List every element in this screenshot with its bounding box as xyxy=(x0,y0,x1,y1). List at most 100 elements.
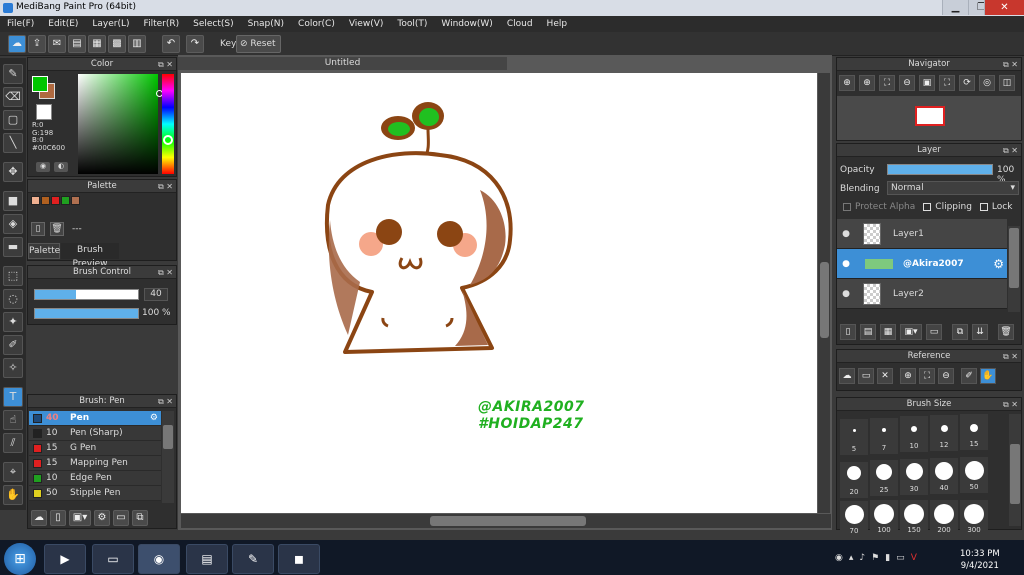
select-pen-icon[interactable]: ✐ xyxy=(3,335,23,355)
brush-size-option[interactable]: 50 xyxy=(960,457,988,493)
reference-zoom-out-icon[interactable]: ⊖ xyxy=(938,368,954,384)
minimize-button[interactable]: ▁ xyxy=(942,0,968,15)
layer-row[interactable]: ● Layer2 xyxy=(837,279,1007,309)
brush-size-scrollbar[interactable] xyxy=(1009,414,1021,526)
palette-swatch[interactable] xyxy=(31,196,40,205)
menu-item[interactable]: Cloud xyxy=(500,19,540,29)
line-tool-icon[interactable]: ╲ xyxy=(3,133,23,153)
menu-item[interactable]: Help xyxy=(540,19,575,29)
panel-close-icon[interactable]: ⧉ ✕ xyxy=(158,395,173,408)
brush-size-option[interactable]: 7 xyxy=(870,418,898,454)
panel-close-icon[interactable]: ⧉ ✕ xyxy=(1003,58,1018,71)
reset-view-icon[interactable]: ◎ xyxy=(979,75,995,91)
divide-tool-icon[interactable]: ⫽ xyxy=(3,433,23,453)
brush-size-option[interactable]: 10 xyxy=(900,416,928,452)
tab-brush-preview[interactable]: Brush Preview xyxy=(61,243,119,269)
panel-close-icon[interactable]: ⧉ ✕ xyxy=(158,180,173,193)
rotate-icon[interactable]: ⟳ xyxy=(959,75,975,91)
hue-cursor[interactable] xyxy=(163,135,173,145)
brush-size-option[interactable]: 100 xyxy=(870,500,898,536)
fit-icon[interactable]: ⛶ xyxy=(879,75,895,91)
layer-opacity-slider[interactable] xyxy=(887,164,993,175)
reset-button[interactable]: ⊘ Reset xyxy=(236,35,281,53)
menu-item[interactable]: File(F) xyxy=(0,19,41,29)
reference-eyedropper-icon[interactable]: ✐ xyxy=(961,368,977,384)
menu-item[interactable]: Filter(R) xyxy=(137,19,187,29)
brush-opacity-slider[interactable] xyxy=(34,308,139,319)
eye-icon[interactable]: ● xyxy=(841,229,851,239)
drawing-canvas[interactable]: @AKIRA2007 #HOIDAP247 xyxy=(181,73,817,513)
gradient-tool-icon[interactable]: ▬ xyxy=(3,237,23,257)
panel-close-icon[interactable]: ⧉ ✕ xyxy=(1003,144,1018,157)
brush-size-option[interactable]: 5 xyxy=(840,419,868,455)
hue-slider[interactable] xyxy=(162,74,174,174)
menu-item[interactable]: View(V) xyxy=(342,19,391,29)
color-swap-icon[interactable]: ◐ xyxy=(54,162,68,172)
gear-icon[interactable]: ⚙ xyxy=(150,413,158,423)
brush-size-option[interactable]: 12 xyxy=(930,415,958,451)
start-button[interactable]: ⊞ xyxy=(4,543,36,575)
brush-item[interactable]: 15 Mapping Pen xyxy=(29,456,161,471)
layer-folder-icon[interactable]: ▭ xyxy=(926,324,942,340)
reference-cloud-icon[interactable]: ☁ xyxy=(839,368,855,384)
vertical-scroll-thumb[interactable] xyxy=(820,262,829,338)
menu-item[interactable]: Layer(L) xyxy=(85,19,136,29)
medibang-icon[interactable]: ✎ xyxy=(232,544,274,574)
cloud-brush-icon[interactable]: ☁ xyxy=(31,510,47,526)
navigator-preview[interactable] xyxy=(837,96,1021,140)
brush-size-option[interactable]: 30 xyxy=(900,459,928,495)
gear-icon[interactable]: ⚙ xyxy=(993,257,1004,271)
close-button[interactable]: ✕ xyxy=(984,0,1024,15)
select-eraser-icon[interactable]: ✧ xyxy=(3,358,23,378)
new-layer-icon[interactable]: ▯ xyxy=(840,324,856,340)
eraser-tool-icon[interactable]: ⌫ xyxy=(3,87,23,107)
duplicate-layer-icon[interactable]: ⧉ xyxy=(952,324,968,340)
zoom-in-icon[interactable]: ⊕ xyxy=(839,75,855,91)
panel-close-icon[interactable]: ⧉ ✕ xyxy=(158,58,173,71)
zoom-app-icon[interactable]: ◼ xyxy=(278,544,320,574)
horizontal-scroll-thumb[interactable] xyxy=(430,516,586,526)
zoom-in2-icon[interactable]: ⊕ xyxy=(859,75,875,91)
new-page-icon[interactable]: ▯ xyxy=(31,222,45,236)
reference-hand-icon[interactable]: ✋ xyxy=(980,368,996,384)
new-8bit-layer-icon[interactable]: ▦ xyxy=(880,324,896,340)
brush-size-option[interactable]: 300 xyxy=(960,500,988,536)
menu-item[interactable]: Select(S) xyxy=(186,19,241,29)
speaker-icon[interactable]: ♪ xyxy=(859,553,865,563)
brush-size-option[interactable]: 200 xyxy=(930,500,958,536)
brush-tool-icon[interactable]: ✎ xyxy=(3,64,23,84)
flip-icon[interactable]: ◫ xyxy=(999,75,1015,91)
magic-wand-icon[interactable]: ✦ xyxy=(3,312,23,332)
lasso-icon[interactable]: ◌ xyxy=(3,289,23,309)
chrome-icon[interactable]: ◉ xyxy=(138,544,180,574)
brush-size-option[interactable]: 15 xyxy=(960,414,988,450)
layer-row[interactable]: ● Layer1 xyxy=(837,219,1007,249)
brush-list-scrollbar[interactable] xyxy=(162,411,174,503)
tray-chevron-icon[interactable]: ▴ xyxy=(849,553,854,563)
delete-layer-icon[interactable]: 🗑 xyxy=(998,324,1014,340)
brush-size-value[interactable]: 40 xyxy=(144,288,168,301)
menu-item[interactable]: Tool(T) xyxy=(390,19,434,29)
palette-swatch[interactable] xyxy=(71,196,80,205)
palette-swatch[interactable] xyxy=(51,196,60,205)
merge-layer-icon[interactable]: ⇊ xyxy=(972,324,988,340)
operation-tool-icon[interactable]: ☝ xyxy=(3,410,23,430)
flag-icon[interactable]: ⚑ xyxy=(871,553,879,563)
menu-item[interactable]: Window(W) xyxy=(434,19,499,29)
explorer-icon[interactable]: ▭ xyxy=(92,544,134,574)
redo-icon[interactable]: ↷ xyxy=(186,35,204,53)
eyedropper-icon[interactable]: ⌖ xyxy=(3,462,23,482)
brush-item[interactable]: 15 G Pen xyxy=(29,441,161,456)
folder-icon[interactable]: ▭ xyxy=(113,510,129,526)
reference-zoom-in-icon[interactable]: ⊕ xyxy=(900,368,916,384)
clipping-checkbox[interactable] xyxy=(923,203,932,211)
panel-close-icon[interactable]: ⧉ ✕ xyxy=(158,266,173,279)
document-tab[interactable]: Untitled xyxy=(178,57,507,70)
saturation-value-picker[interactable] xyxy=(78,74,158,174)
reference-close-icon[interactable]: ✕ xyxy=(877,368,893,384)
brush-size-option[interactable]: 20 xyxy=(840,462,868,498)
new-halftone-layer-icon[interactable]: ▤ xyxy=(860,324,876,340)
layer-row[interactable]: ● @Akira2007 ⚙ xyxy=(837,249,1007,279)
move-tool-icon[interactable]: ✥ xyxy=(3,162,23,182)
eye-icon[interactable]: ● xyxy=(841,289,851,299)
